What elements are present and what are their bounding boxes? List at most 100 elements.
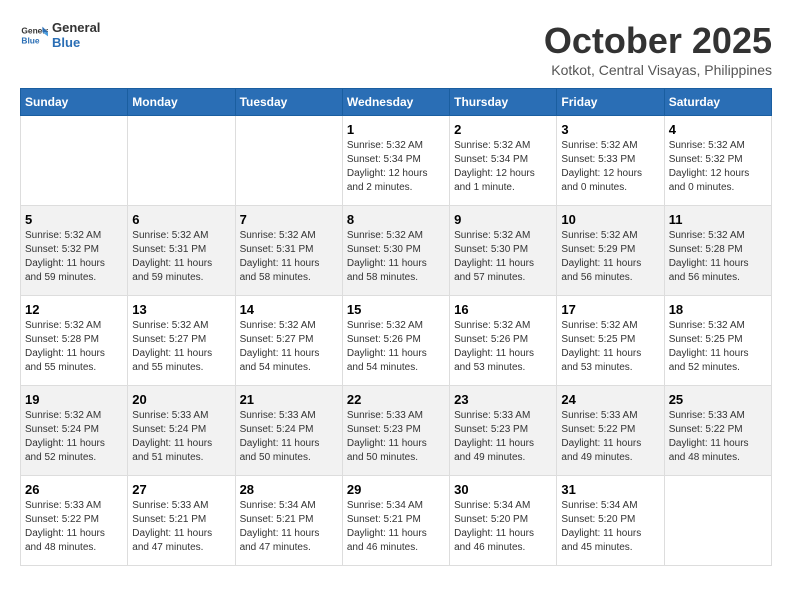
day-info: Sunrise: 5:32 AMSunset: 5:27 PMDaylight:… bbox=[240, 319, 338, 375]
day-number: 5 bbox=[25, 212, 123, 227]
day-info: Sunrise: 5:32 AMSunset: 5:25 PMDaylight:… bbox=[669, 319, 767, 375]
day-number: 1 bbox=[347, 122, 445, 137]
day-info: Sunrise: 5:32 AMSunset: 5:30 PMDaylight:… bbox=[347, 229, 445, 285]
day-number: 31 bbox=[561, 482, 659, 497]
day-info: Sunrise: 5:32 AMSunset: 5:34 PMDaylight:… bbox=[347, 139, 445, 195]
calendar-cell: 30Sunrise: 5:34 AMSunset: 5:20 PMDayligh… bbox=[450, 476, 557, 566]
calendar-cell: 16Sunrise: 5:32 AMSunset: 5:26 PMDayligh… bbox=[450, 296, 557, 386]
page-header: General Blue General Blue October 2025 K… bbox=[20, 20, 772, 78]
calendar-cell: 14 Sunrise: 5:32 AMSunset: 5:27 PMDayligh… bbox=[235, 296, 342, 386]
day-info: Sunrise: 5:32 AMSunset: 5:33 PMDaylight:… bbox=[561, 139, 659, 195]
day-info: Sunrise: 5:33 AMSunset: 5:23 PMDaylight:… bbox=[454, 409, 552, 465]
day-number: 26 bbox=[25, 482, 123, 497]
day-number: 2 bbox=[454, 122, 552, 137]
day-info: Sunrise: 5:33 AMSunset: 5:24 PMDaylight:… bbox=[240, 409, 338, 465]
weekday-header-tuesday: Tuesday bbox=[235, 89, 342, 116]
week-row-3: 12 Sunrise: 5:32 AMSunset: 5:28 PMDayligh… bbox=[21, 296, 772, 386]
calendar-cell: 31 Sunrise: 5:34 AMSunset: 5:20 PMDayligh… bbox=[557, 476, 664, 566]
day-number: 29 bbox=[347, 482, 445, 497]
logo: General Blue General Blue bbox=[20, 20, 100, 50]
weekday-header-monday: Monday bbox=[128, 89, 235, 116]
calendar-cell: 15 Sunrise: 5:32 AMSunset: 5:26 PMDayligh… bbox=[342, 296, 449, 386]
day-info: Sunrise: 5:32 AMSunset: 5:26 PMDaylight:… bbox=[454, 319, 552, 375]
day-info: Sunrise: 5:33 AMSunset: 5:23 PMDaylight:… bbox=[347, 409, 445, 465]
calendar-cell: 4 Sunrise: 5:32 AMSunset: 5:32 PMDaylight… bbox=[664, 116, 771, 206]
calendar-cell: 29 Sunrise: 5:34 AMSunset: 5:21 PMDayligh… bbox=[342, 476, 449, 566]
calendar-cell: 6 Sunrise: 5:32 AMSunset: 5:31 PMDaylight… bbox=[128, 206, 235, 296]
calendar-cell bbox=[235, 116, 342, 206]
week-row-5: 26 Sunrise: 5:33 AMSunset: 5:22 PMDayligh… bbox=[21, 476, 772, 566]
logo-blue: Blue bbox=[52, 35, 100, 50]
day-number: 30 bbox=[454, 482, 552, 497]
day-info: Sunrise: 5:32 AMSunset: 5:31 PMDaylight:… bbox=[240, 229, 338, 285]
day-info: Sunrise: 5:34 AMSunset: 5:21 PMDaylight:… bbox=[347, 499, 445, 555]
calendar-cell: 21 Sunrise: 5:33 AMSunset: 5:24 PMDayligh… bbox=[235, 386, 342, 476]
day-info: Sunrise: 5:32 AMSunset: 5:29 PMDaylight:… bbox=[561, 229, 659, 285]
day-number: 23 bbox=[454, 392, 552, 407]
calendar-cell: 8 Sunrise: 5:32 AMSunset: 5:30 PMDaylight… bbox=[342, 206, 449, 296]
day-info: Sunrise: 5:32 AMSunset: 5:28 PMDaylight:… bbox=[669, 229, 767, 285]
calendar-table: SundayMondayTuesdayWednesdayThursdayFrid… bbox=[20, 88, 772, 566]
day-number: 28 bbox=[240, 482, 338, 497]
day-info: Sunrise: 5:32 AMSunset: 5:26 PMDaylight:… bbox=[347, 319, 445, 375]
calendar-cell: 10 Sunrise: 5:32 AMSunset: 5:29 PMDayligh… bbox=[557, 206, 664, 296]
day-number: 12 bbox=[25, 302, 123, 317]
calendar-cell: 13Sunrise: 5:32 AMSunset: 5:27 PMDayligh… bbox=[128, 296, 235, 386]
day-info: Sunrise: 5:34 AMSunset: 5:20 PMDaylight:… bbox=[561, 499, 659, 555]
day-info: Sunrise: 5:32 AMSunset: 5:32 PMDaylight:… bbox=[669, 139, 767, 195]
day-number: 3 bbox=[561, 122, 659, 137]
day-info: Sunrise: 5:33 AMSunset: 5:22 PMDaylight:… bbox=[561, 409, 659, 465]
day-number: 21 bbox=[240, 392, 338, 407]
weekday-header-sunday: Sunday bbox=[21, 89, 128, 116]
month-title: October 2025 bbox=[544, 20, 772, 62]
day-info: Sunrise: 5:32 AMSunset: 5:32 PMDaylight:… bbox=[25, 229, 123, 285]
day-number: 17 bbox=[561, 302, 659, 317]
day-info: Sunrise: 5:34 AMSunset: 5:21 PMDaylight:… bbox=[240, 499, 338, 555]
calendar-cell: 28 Sunrise: 5:34 AMSunset: 5:21 PMDayligh… bbox=[235, 476, 342, 566]
calendar-cell: 26 Sunrise: 5:33 AMSunset: 5:22 PMDayligh… bbox=[21, 476, 128, 566]
week-row-4: 19Sunrise: 5:32 AMSunset: 5:24 PMDayligh… bbox=[21, 386, 772, 476]
day-number: 25 bbox=[669, 392, 767, 407]
day-number: 4 bbox=[669, 122, 767, 137]
day-number: 6 bbox=[132, 212, 230, 227]
day-info: Sunrise: 5:33 AMSunset: 5:22 PMDaylight:… bbox=[25, 499, 123, 555]
day-info: Sunrise: 5:32 AMSunset: 5:28 PMDaylight:… bbox=[25, 319, 123, 375]
calendar-cell: 2 Sunrise: 5:32 AMSunset: 5:34 PMDaylight… bbox=[450, 116, 557, 206]
day-number: 20 bbox=[132, 392, 230, 407]
calendar-cell: 9Sunrise: 5:32 AMSunset: 5:30 PMDaylight… bbox=[450, 206, 557, 296]
day-info: Sunrise: 5:32 AMSunset: 5:31 PMDaylight:… bbox=[132, 229, 230, 285]
day-number: 7 bbox=[240, 212, 338, 227]
calendar-cell: 11 Sunrise: 5:32 AMSunset: 5:28 PMDayligh… bbox=[664, 206, 771, 296]
logo-icon: General Blue bbox=[20, 21, 48, 49]
calendar-cell: 22 Sunrise: 5:33 AMSunset: 5:23 PMDayligh… bbox=[342, 386, 449, 476]
day-number: 27 bbox=[132, 482, 230, 497]
logo-general: General bbox=[52, 20, 100, 35]
calendar-cell bbox=[664, 476, 771, 566]
calendar-cell: 23 Sunrise: 5:33 AMSunset: 5:23 PMDayligh… bbox=[450, 386, 557, 476]
day-info: Sunrise: 5:32 AMSunset: 5:34 PMDaylight:… bbox=[454, 139, 552, 195]
day-number: 24 bbox=[561, 392, 659, 407]
day-number: 22 bbox=[347, 392, 445, 407]
day-info: Sunrise: 5:33 AMSunset: 5:22 PMDaylight:… bbox=[669, 409, 767, 465]
calendar-cell: 1 Sunrise: 5:32 AMSunset: 5:34 PMDaylight… bbox=[342, 116, 449, 206]
calendar-cell: 25 Sunrise: 5:33 AMSunset: 5:22 PMDayligh… bbox=[664, 386, 771, 476]
day-number: 15 bbox=[347, 302, 445, 317]
calendar-cell: 19Sunrise: 5:32 AMSunset: 5:24 PMDayligh… bbox=[21, 386, 128, 476]
weekday-header-row: SundayMondayTuesdayWednesdayThursdayFrid… bbox=[21, 89, 772, 116]
calendar-cell bbox=[21, 116, 128, 206]
day-number: 10 bbox=[561, 212, 659, 227]
day-info: Sunrise: 5:32 AMSunset: 5:27 PMDaylight:… bbox=[132, 319, 230, 375]
calendar-cell: 5 Sunrise: 5:32 AMSunset: 5:32 PMDaylight… bbox=[21, 206, 128, 296]
day-info: Sunrise: 5:32 AMSunset: 5:25 PMDaylight:… bbox=[561, 319, 659, 375]
day-info: Sunrise: 5:32 AMSunset: 5:30 PMDaylight:… bbox=[454, 229, 552, 285]
day-number: 14 bbox=[240, 302, 338, 317]
calendar-cell: 18Sunrise: 5:32 AMSunset: 5:25 PMDayligh… bbox=[664, 296, 771, 386]
day-number: 8 bbox=[347, 212, 445, 227]
calendar-cell: 3 Sunrise: 5:32 AMSunset: 5:33 PMDaylight… bbox=[557, 116, 664, 206]
calendar-cell bbox=[128, 116, 235, 206]
calendar-cell: 17 Sunrise: 5:32 AMSunset: 5:25 PMDayligh… bbox=[557, 296, 664, 386]
weekday-header-friday: Friday bbox=[557, 89, 664, 116]
location: Kotkot, Central Visayas, Philippines bbox=[544, 62, 772, 78]
day-number: 11 bbox=[669, 212, 767, 227]
calendar-cell: 7 Sunrise: 5:32 AMSunset: 5:31 PMDaylight… bbox=[235, 206, 342, 296]
